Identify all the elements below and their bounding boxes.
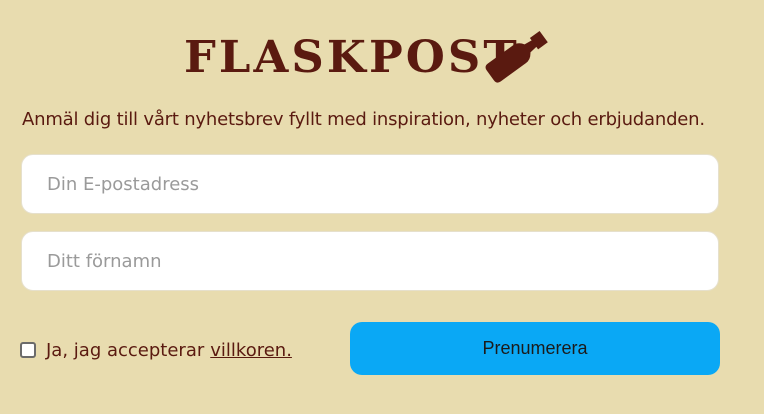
newsletter-signup: FLASKPOST Anmäl dig till vårt nyhetsbrev… (0, 0, 764, 414)
terms-checkbox[interactable] (20, 342, 36, 358)
tagline: Anmäl dig till vårt nyhetsbrev fyllt med… (22, 109, 705, 130)
header: FLASKPOST (0, 22, 764, 92)
bottle-icon (485, 30, 548, 83)
subscribe-button[interactable]: Prenumerera (350, 322, 720, 375)
email-field[interactable] (22, 155, 718, 213)
terms-link[interactable]: villkoren. (210, 340, 292, 361)
email-field-container (21, 154, 719, 214)
terms-row: Ja, jag accepterar villkoren. (20, 338, 292, 362)
page-title: FLASKPOST (184, 32, 520, 83)
first-name-field-container (21, 231, 719, 291)
first-name-field[interactable] (22, 232, 718, 290)
terms-label: Ja, jag accepterar (46, 339, 205, 361)
